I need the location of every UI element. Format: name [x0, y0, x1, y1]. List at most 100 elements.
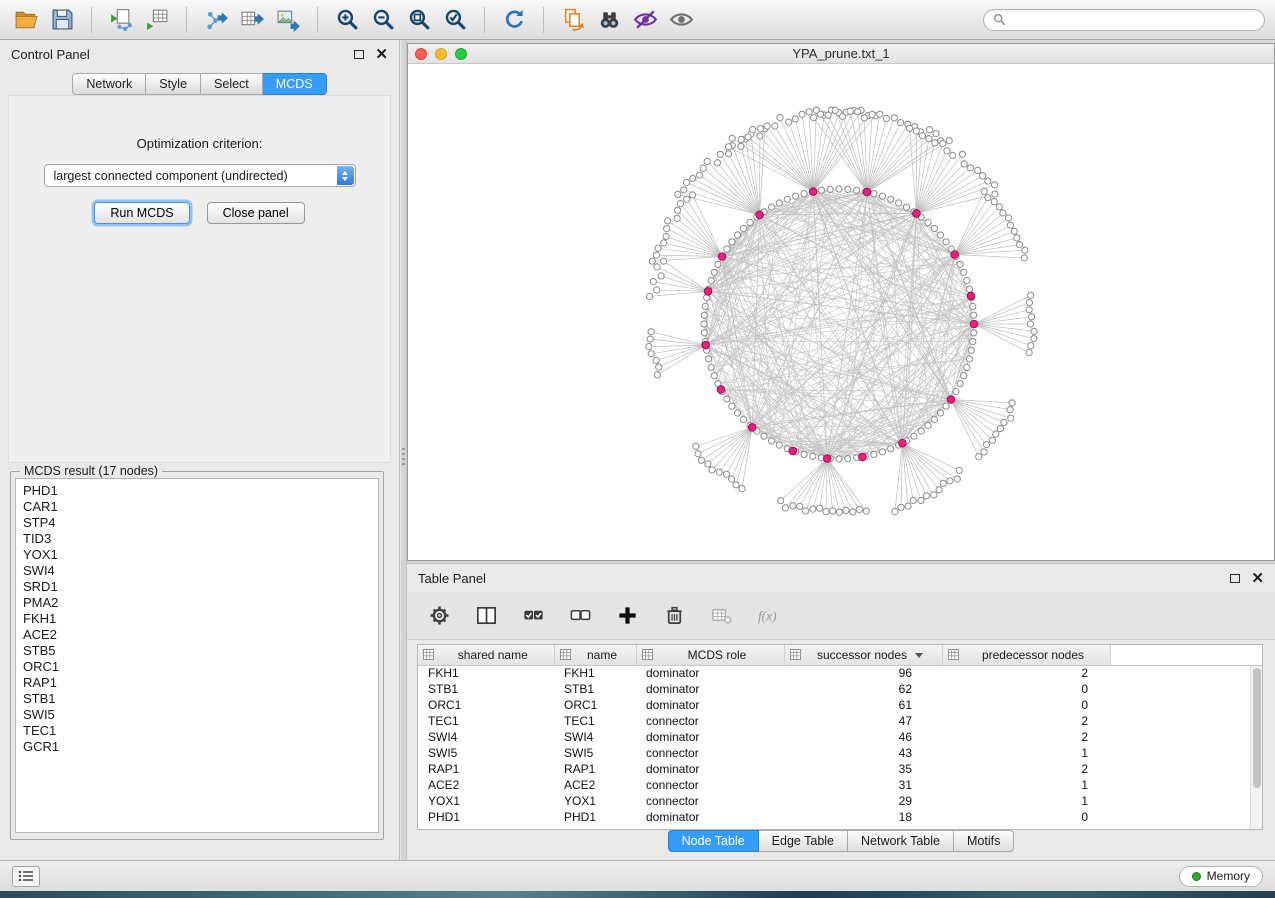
tab-network-table[interactable]: Network Table — [848, 830, 954, 852]
network-node[interactable] — [740, 416, 746, 422]
network-node[interactable] — [981, 449, 987, 455]
mcds-result-item[interactable]: STB1 — [23, 691, 371, 707]
network-node[interactable] — [701, 312, 707, 318]
network-node[interactable] — [786, 119, 792, 125]
network-node[interactable] — [654, 264, 660, 270]
close-panel-button[interactable]: Close panel — [207, 202, 305, 224]
network-node[interactable] — [956, 467, 962, 473]
network-node[interactable] — [863, 508, 869, 514]
network-node[interactable] — [704, 158, 710, 164]
table-row[interactable]: FKH1FKH1dominator962 — [418, 665, 1262, 681]
network-node[interactable] — [693, 443, 699, 449]
network-node[interactable] — [985, 178, 991, 184]
network-node[interactable] — [818, 187, 824, 193]
network-node[interactable] — [898, 504, 904, 510]
column-header-successor-nodes[interactable]: successor nodes — [784, 645, 942, 665]
table-row[interactable]: STB1STB1dominator620 — [418, 681, 1262, 697]
tab-mcds[interactable]: MCDS — [263, 73, 327, 95]
network-node[interactable] — [847, 108, 853, 114]
memory-button[interactable]: Memory — [1179, 866, 1263, 887]
mcds-result-item[interactable]: STB5 — [23, 643, 371, 659]
network-node[interactable] — [936, 487, 942, 493]
network-node[interactable] — [1009, 400, 1015, 406]
network-node[interactable] — [879, 449, 885, 455]
network-node[interactable] — [891, 115, 897, 121]
network-node[interactable] — [957, 261, 963, 267]
network-node[interactable] — [739, 486, 745, 492]
network-node[interactable] — [918, 428, 924, 434]
network-node[interactable] — [711, 269, 717, 275]
network-node[interactable] — [689, 192, 695, 198]
table-row[interactable]: ACE2ACE2connector311 — [418, 777, 1262, 793]
network-node[interactable] — [943, 239, 949, 245]
network-node[interactable] — [871, 451, 877, 457]
network-node[interactable] — [729, 403, 735, 409]
network-node[interactable] — [947, 478, 953, 484]
network-node[interactable] — [898, 120, 904, 126]
network-node[interactable] — [861, 115, 867, 121]
zoom-out-icon[interactable] — [367, 4, 399, 36]
network-node[interactable] — [709, 467, 715, 473]
mcds-result-item[interactable]: YOX1 — [23, 547, 371, 563]
import-table-file-icon[interactable] — [141, 4, 173, 36]
network-node[interactable] — [646, 344, 652, 350]
network-node[interactable] — [925, 422, 931, 428]
mcds-dominator-node[interactable] — [717, 386, 725, 394]
network-node[interactable] — [700, 165, 706, 171]
network-node[interactable] — [910, 498, 916, 504]
network-node[interactable] — [1029, 314, 1035, 320]
mcds-result-item[interactable]: ACE2 — [23, 627, 371, 643]
run-mcds-button[interactable]: Run MCDS — [94, 202, 189, 224]
panel-menu-button[interactable] — [12, 866, 40, 887]
network-node[interactable] — [932, 140, 938, 146]
network-node[interactable] — [706, 356, 712, 362]
network-node[interactable] — [997, 426, 1003, 432]
network-node[interactable] — [964, 364, 970, 370]
export-network-icon[interactable] — [200, 4, 232, 36]
network-node[interactable] — [715, 261, 721, 267]
network-node[interactable] — [971, 330, 977, 336]
select-all-icon[interactable] — [517, 600, 549, 632]
mcds-dominator-node[interactable] — [913, 210, 921, 218]
network-node[interactable] — [675, 191, 681, 197]
network-node[interactable] — [724, 396, 730, 402]
network-node[interactable] — [717, 151, 723, 157]
network-node[interactable] — [723, 471, 729, 477]
search-input[interactable] — [1012, 13, 1255, 27]
network-node[interactable] — [684, 196, 690, 202]
network-node[interactable] — [648, 351, 654, 357]
network-node[interactable] — [1027, 321, 1033, 327]
float-panel-icon[interactable] — [354, 50, 364, 59]
network-node[interactable] — [985, 195, 991, 201]
save-icon[interactable] — [46, 4, 78, 36]
network-node[interactable] — [971, 312, 977, 318]
network-node[interactable] — [650, 279, 656, 285]
network-node[interactable] — [761, 433, 767, 439]
network-node[interactable] — [1026, 300, 1032, 306]
find-binoculars-icon[interactable] — [593, 4, 625, 36]
network-node[interactable] — [964, 278, 970, 284]
scrollbar-thumb[interactable] — [1253, 668, 1261, 788]
network-node[interactable] — [801, 451, 807, 457]
network-node[interactable] — [764, 123, 770, 129]
network-node[interactable] — [925, 219, 931, 225]
network-node[interactable] — [843, 507, 849, 513]
network-node[interactable] — [976, 454, 982, 460]
network-node[interactable] — [1005, 215, 1011, 221]
network-node[interactable] — [967, 165, 973, 171]
network-view[interactable] — [408, 64, 1274, 560]
network-canvas[interactable] — [408, 64, 1274, 560]
network-node[interactable] — [823, 509, 829, 515]
network-node[interactable] — [933, 131, 939, 137]
network-node[interactable] — [661, 240, 667, 246]
network-node[interactable] — [966, 356, 972, 362]
mcds-result-item[interactable]: FKH1 — [23, 611, 371, 627]
network-node[interactable] — [801, 191, 807, 197]
network-node[interactable] — [903, 204, 909, 210]
column-header-MCDS-role[interactable]: MCDS role — [636, 645, 784, 665]
network-node[interactable] — [980, 173, 986, 179]
network-node[interactable] — [888, 196, 894, 202]
network-node[interactable] — [855, 109, 861, 115]
network-node[interactable] — [931, 416, 937, 422]
tab-style[interactable]: Style — [146, 73, 201, 95]
